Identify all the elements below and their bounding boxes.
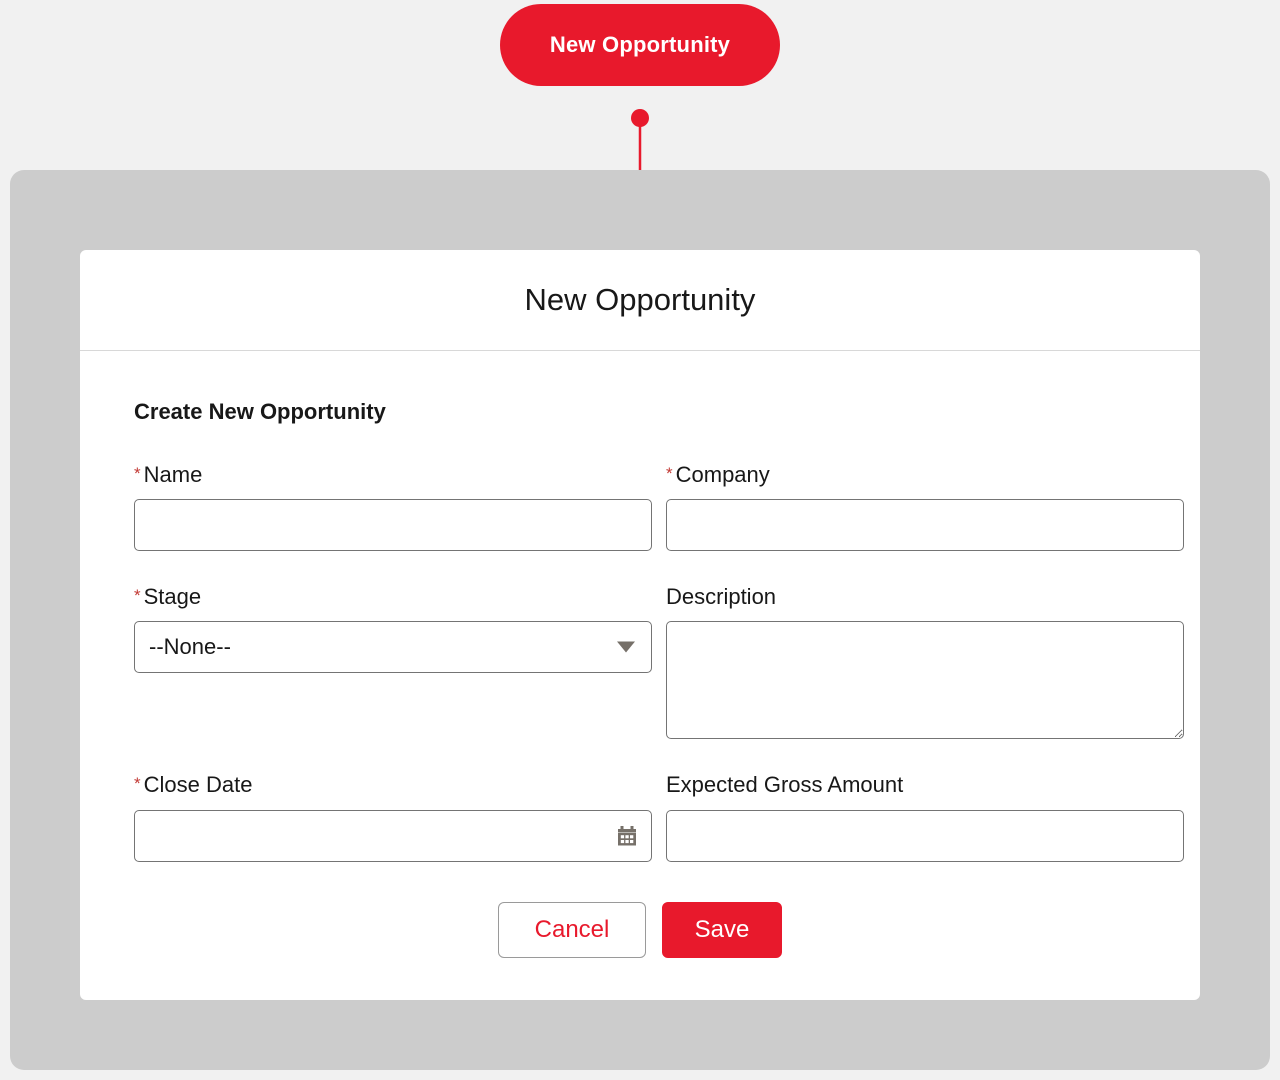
required-indicator: * bbox=[666, 464, 673, 483]
stage-select[interactable]: --None-- bbox=[134, 621, 652, 674]
field-name-label: * Name bbox=[134, 462, 652, 487]
required-indicator: * bbox=[134, 774, 141, 794]
company-input[interactable] bbox=[666, 499, 1184, 552]
modal-actions: Cancel Save bbox=[134, 901, 1146, 958]
required-indicator: * bbox=[134, 586, 141, 606]
field-company: * Company bbox=[666, 462, 1184, 552]
chevron-down-icon bbox=[617, 641, 635, 653]
cancel-button[interactable]: Cancel bbox=[498, 901, 646, 958]
calendar-icon-button[interactable] bbox=[616, 825, 638, 847]
field-name: * Name bbox=[134, 462, 652, 552]
field-stage-label-text: Stage bbox=[143, 584, 202, 610]
annotation-badge: New Opportunity bbox=[500, 4, 780, 86]
modal-title: New Opportunity bbox=[524, 282, 756, 317]
field-stage-label: * Stage bbox=[134, 585, 652, 609]
required-indicator: * bbox=[134, 464, 141, 483]
field-company-label-text: Company bbox=[675, 462, 770, 487]
description-textarea[interactable] bbox=[666, 621, 1184, 740]
modal-header: New Opportunity bbox=[80, 250, 1200, 351]
opportunity-form: * Name * Company * Stage --None-- Descri… bbox=[134, 462, 1184, 896]
close-date-input[interactable] bbox=[134, 809, 652, 862]
annotation-badge-label: New Opportunity bbox=[549, 32, 731, 57]
field-description-label: Description bbox=[666, 585, 1184, 609]
field-company-label: * Company bbox=[666, 462, 1184, 487]
field-expected-gross-amount-label-text: Expected Gross Amount bbox=[666, 772, 904, 798]
field-close-date: * Close Date bbox=[134, 773, 652, 862]
stage-select-value: --None-- bbox=[149, 634, 231, 660]
modal-body: Create New Opportunity * Name * Company * S… bbox=[80, 351, 1200, 958]
field-close-date-label: * Close Date bbox=[134, 773, 652, 797]
section-heading: Create New Opportunity bbox=[134, 399, 386, 424]
field-expected-gross-amount: Expected Gross Amount bbox=[666, 773, 1184, 862]
save-button[interactable]: Save bbox=[662, 901, 782, 958]
close-date-input-wrapper bbox=[134, 809, 652, 862]
field-description: Description bbox=[666, 585, 1184, 740]
field-close-date-label-text: Close Date bbox=[143, 772, 253, 798]
field-stage: * Stage --None-- bbox=[134, 585, 652, 739]
name-input[interactable] bbox=[134, 499, 652, 552]
calendar-icon bbox=[618, 825, 636, 846]
new-opportunity-modal: New Opportunity Create New Opportunity *… bbox=[80, 250, 1200, 1000]
field-description-label-text: Description bbox=[666, 584, 777, 610]
field-expected-gross-amount-label: Expected Gross Amount bbox=[666, 773, 1184, 797]
expected-gross-amount-input[interactable] bbox=[666, 809, 1184, 862]
field-name-label-text: Name bbox=[143, 462, 203, 487]
